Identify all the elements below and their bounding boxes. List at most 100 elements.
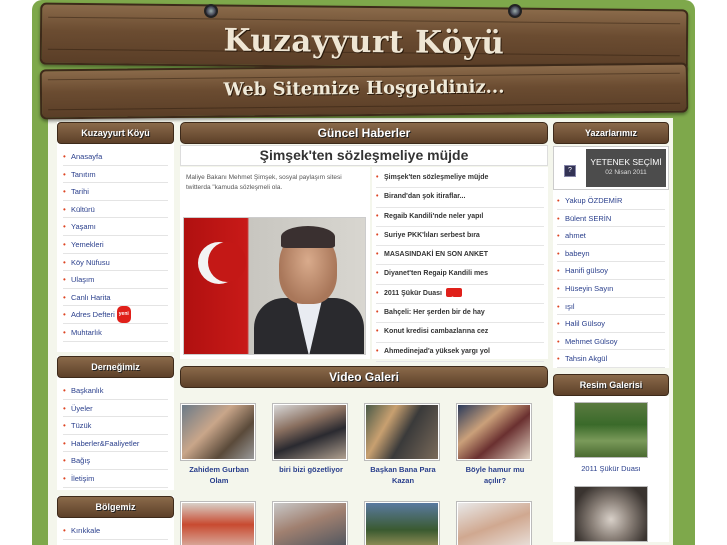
video-badge-icon (445, 288, 462, 303)
gallery-item[interactable]: 2011 Şükür Duası (553, 395, 669, 484)
headline-label: 2011 Şükür Duası (384, 289, 442, 297)
video-thumbnail[interactable] (272, 403, 348, 461)
menu-item-adres-defteri[interactable]: Adres Defteriyeni (63, 306, 168, 324)
video-item[interactable] (180, 501, 258, 545)
author-item[interactable]: Hanifi gülsoy (557, 262, 665, 280)
menu-item-koy-nufusu[interactable]: Köy Nüfusu (63, 254, 168, 272)
featured-news-summary: Maliye Bakanı Mehmet Şimşek, sosyal payl… (186, 174, 342, 191)
video-thumbnail[interactable] (456, 403, 532, 461)
featured-author-date: 02 Nisan 2011 (605, 169, 647, 176)
video-thumbnail[interactable] (456, 501, 532, 545)
video-caption[interactable]: Başkan Bana Para Kazan (364, 464, 442, 486)
headline-item[interactable]: Bahçeli: Her şerden bir de hay (376, 304, 544, 324)
headline-item[interactable]: Şimşek'ten sözleşmeliye müjde (376, 169, 544, 189)
featured-author-card[interactable]: ? YETENEK SEÇİMİ 02 Nisan 2011 (553, 146, 669, 190)
video-thumbnail[interactable] (364, 501, 440, 545)
menu-item-canli-harita[interactable]: Canlı Harita (63, 289, 168, 307)
video-thumbnail[interactable] (364, 403, 440, 461)
menu-item-kirikkale[interactable]: Kırıkkale (63, 522, 168, 540)
site-title[interactable]: Kuzayyurt Köyü (42, 21, 686, 64)
video-item[interactable]: Zahidem Gurban Olam (180, 403, 258, 486)
menu-item-ulasim[interactable]: Ulaşım (63, 271, 168, 289)
menu-item-tuzuk[interactable]: Tüzük (63, 417, 168, 435)
headline-item[interactable]: Konut kredisi cambazlarına cez (376, 323, 544, 343)
gallery-heading: Resim Galerisi (553, 373, 669, 396)
news-heading: Güncel Haberler (180, 122, 548, 144)
header-title-plank: Kuzayyurt Köyü (39, 2, 689, 72)
video-item[interactable] (272, 501, 350, 545)
video-item[interactable] (364, 501, 442, 545)
headline-item[interactable]: Diyanet'ten Regaip Kandili mes (376, 265, 544, 285)
association-menu-box: Derneğimiz Başkanlık Üyeler Tüzük Haberl… (57, 356, 174, 490)
author-item[interactable]: Halil Gülsoy (557, 315, 665, 333)
menu-item-label: Adres Defteri (71, 310, 115, 320)
association-menu-title: Derneğimiz (57, 356, 174, 378)
menu-item-uyeler[interactable]: Üyeler (63, 400, 168, 418)
headline-item[interactable]: MASASINDAKİ EN SON ANKET (376, 246, 544, 266)
region-menu: Kırıkkale (57, 518, 174, 544)
video-item[interactable] (456, 501, 534, 545)
author-item[interactable]: Yakup ÖZDEMİR (557, 192, 665, 210)
village-menu-box: Kuzayyurt Köyü Anasayfa Tanıtım Tarihi K… (57, 122, 174, 352)
author-item[interactable]: ahmet (557, 227, 665, 245)
news-section-header: Güncel Haberler (180, 122, 548, 144)
video-thumbnail[interactable] (180, 501, 256, 545)
flag-crescent-cut (208, 242, 246, 282)
headline-item[interactable]: Ahmedinejad'a yüksek yargı yol (376, 343, 544, 362)
author-item[interactable]: ışıl (557, 298, 665, 316)
author-item[interactable]: Tahsin Akgül (557, 350, 665, 368)
headline-item[interactable]: Birand'dan şok itiraflar... (376, 188, 544, 208)
featured-author-title[interactable]: YETENEK SEÇİMİ (586, 157, 666, 167)
headline-item[interactable]: 2011 Şükür Duası (376, 285, 544, 305)
question-icon: ? (564, 165, 576, 177)
header-welcome-plank: Web Sitemize Hoşgeldiniz... (39, 62, 689, 120)
author-list: Yakup ÖZDEMİR Bülent SERİN ahmet babeyn … (553, 190, 669, 368)
video-caption[interactable]: Zahidem Gurban Olam (180, 464, 258, 486)
gallery-caption[interactable]: 2011 Şükür Duası (553, 464, 669, 484)
village-menu: Anasayfa Tanıtım Tarihi Kültürü Yaşamı Y… (57, 144, 174, 346)
menu-item-tarihi[interactable]: Tarihi (63, 183, 168, 201)
authors-heading: Yazarlarımız (553, 122, 669, 144)
featured-news: Maliye Bakanı Mehmet Şimşek, sosyal payl… (180, 167, 370, 359)
menu-item-yemekleri[interactable]: Yemekleri (63, 236, 168, 254)
author-item[interactable]: Hüseyin Sayın (557, 280, 665, 298)
menu-item-yasami[interactable]: Yaşamı (63, 218, 168, 236)
menu-item-baskanlik[interactable]: Başkanlık (63, 382, 168, 400)
menu-item-bagis[interactable]: Bağış (63, 452, 168, 470)
video-heading: Video Galeri (180, 366, 548, 388)
video-item[interactable]: biri bizi gözetliyor (272, 403, 350, 475)
author-item[interactable]: Bülent SERİN (557, 210, 665, 228)
video-item[interactable]: Başkan Bana Para Kazan (364, 403, 442, 486)
association-menu: Başkanlık Üyeler Tüzük Haberler&Faaliyet… (57, 378, 174, 492)
gallery-item[interactable] (553, 483, 669, 542)
menu-item-tanitim[interactable]: Tanıtım (63, 166, 168, 184)
video-caption[interactable]: biri bizi gözetliyor (272, 464, 350, 475)
headline-item[interactable]: Suriye PKK'lıları serbest bıra (376, 227, 544, 247)
featured-news-title[interactable]: Şimşek'ten sözleşmeliye müjde (180, 145, 548, 166)
author-item[interactable]: Mehmet Gülsoy (557, 333, 665, 351)
region-menu-box: Bölgemiz Kırıkkale (57, 496, 174, 545)
video-item[interactable]: Böyle hamur mu açılır? (456, 403, 534, 486)
video-section-header: Video Galeri (180, 366, 548, 388)
bolt-icon (204, 4, 218, 18)
headline-item[interactable]: Regaib Kandili'nde neler yapıl (376, 208, 544, 227)
menu-item-muhtarlik[interactable]: Muhtarlık (63, 324, 168, 342)
new-badge: yeni (116, 306, 131, 324)
menu-item-anasayfa[interactable]: Anasayfa (63, 148, 168, 166)
menu-item-haberler[interactable]: Haberler&Faaliyetler (63, 435, 168, 453)
village-menu-title: Kuzayyurt Köyü (57, 122, 174, 144)
menu-item-iletisim[interactable]: İletişim (63, 470, 168, 488)
featured-news-photo[interactable] (183, 217, 366, 355)
featured-author-panel: YETENEK SEÇİMİ 02 Nisan 2011 (586, 149, 666, 187)
gallery-image[interactable] (574, 485, 648, 542)
author-item[interactable]: babeyn (557, 245, 665, 263)
video-thumbnail[interactable] (272, 501, 348, 545)
region-menu-title: Bölgemiz (57, 496, 174, 518)
video-thumbnail[interactable] (180, 403, 256, 461)
headline-list: Şimşek'ten sözleşmeliye müjde Birand'dan… (372, 167, 548, 362)
gallery-image[interactable] (574, 401, 648, 458)
right-sidebar: Yazarlarımız ? YETENEK SEÇİMİ 02 Nisan 2… (553, 122, 669, 542)
bolt-icon (508, 4, 522, 18)
menu-item-kulturu[interactable]: Kültürü (63, 201, 168, 219)
video-caption[interactable]: Böyle hamur mu açılır? (456, 464, 534, 486)
